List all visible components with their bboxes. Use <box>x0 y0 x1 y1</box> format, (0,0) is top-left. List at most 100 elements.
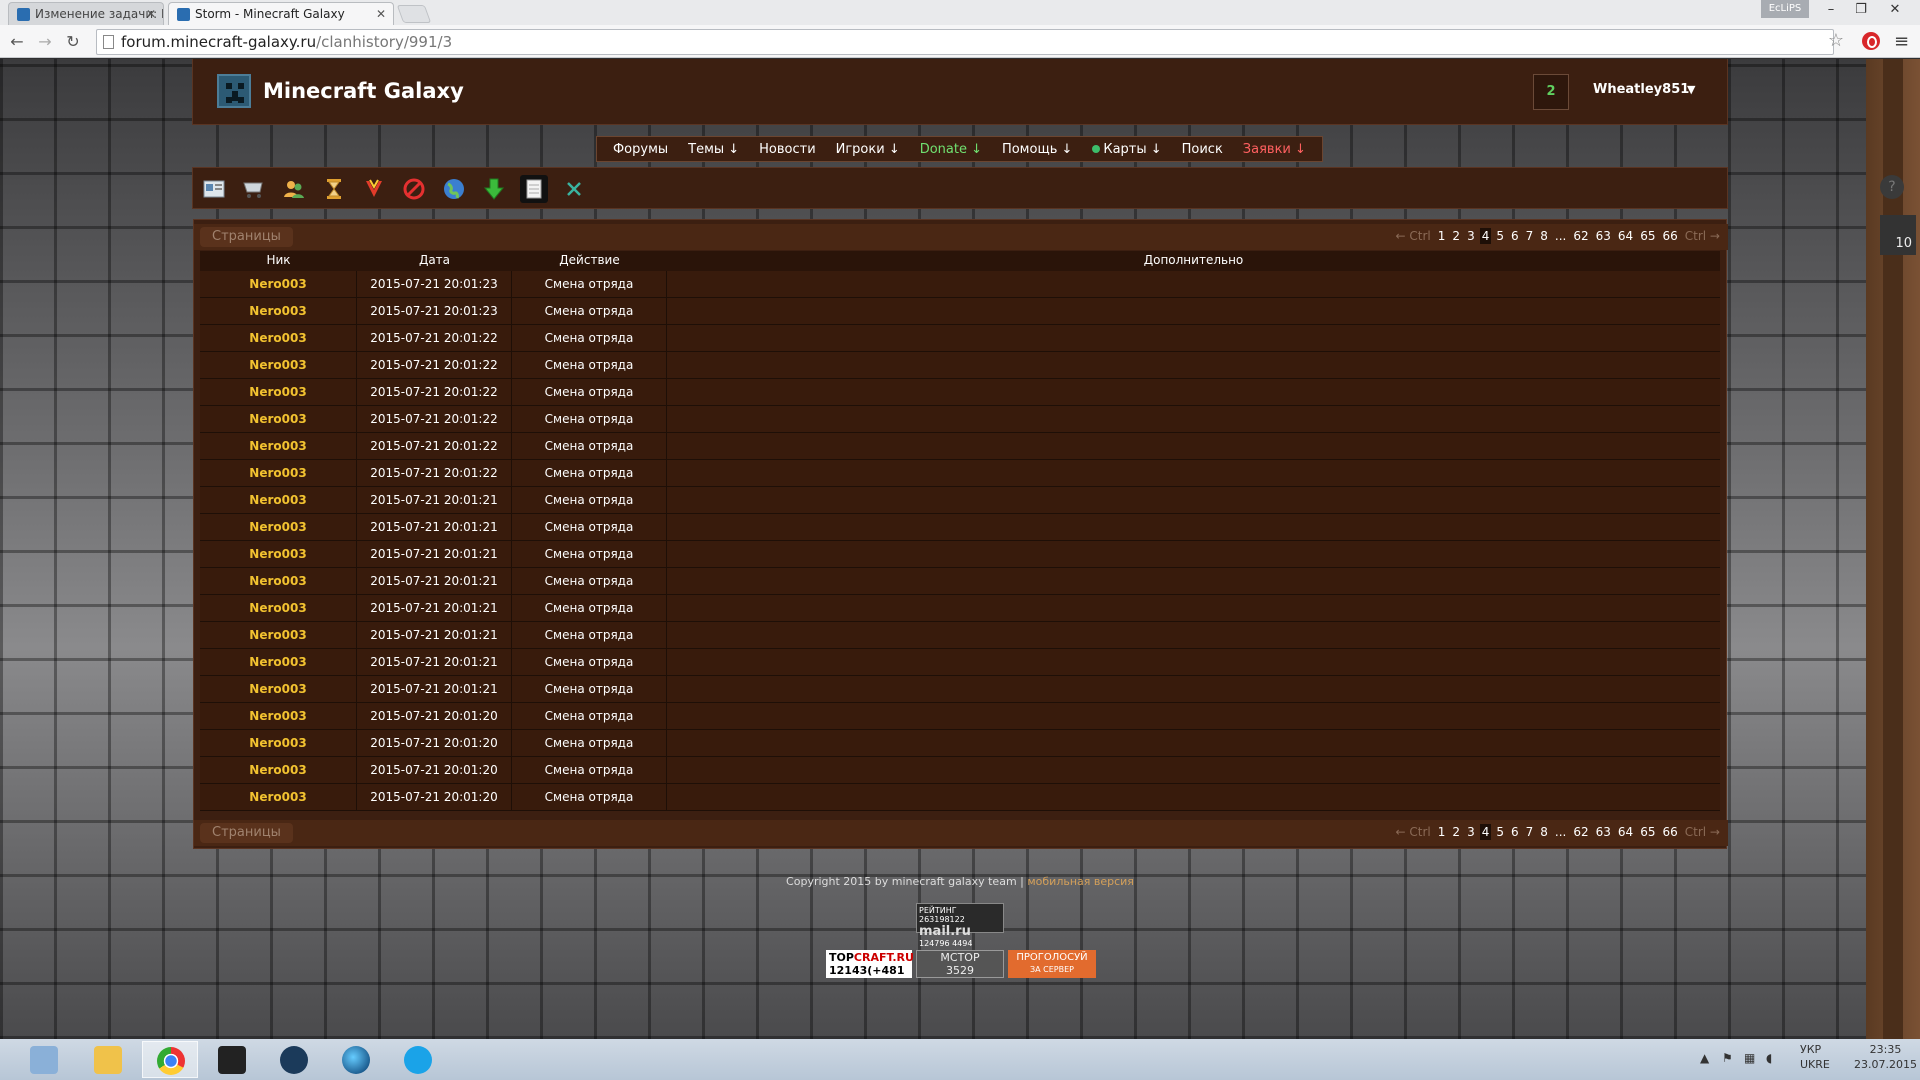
page-link[interactable]: 6 <box>1509 228 1521 244</box>
nick-link[interactable]: Nero003 <box>200 298 357 324</box>
nick-link[interactable]: Nero003 <box>200 487 357 513</box>
clan-info-icon[interactable] <box>200 175 228 203</box>
next-page-link[interactable]: Ctrl → <box>1683 824 1722 840</box>
nav-search[interactable]: Поиск <box>1182 142 1223 157</box>
nick-link[interactable]: Nero003 <box>200 757 357 783</box>
page-link[interactable]: 1 <box>1436 228 1448 244</box>
nav-maps[interactable]: Карты ↓ <box>1092 142 1162 157</box>
taskbar-skype[interactable] <box>390 1041 446 1078</box>
page-link[interactable]: 63 <box>1594 824 1613 840</box>
browser-tab-task-edit[interactable]: Изменение задачи: Баг с ✕ <box>8 2 164 25</box>
page-link[interactable]: 7 <box>1524 228 1536 244</box>
nick-link[interactable]: Nero003 <box>200 649 357 675</box>
page-link[interactable]: 2 <box>1450 824 1462 840</box>
taskbar-chrome[interactable] <box>142 1041 198 1078</box>
prev-page-link[interactable]: ← Ctrl <box>1394 228 1433 244</box>
nav-help[interactable]: Помощь ↓ <box>1002 142 1072 157</box>
user-dropdown-icon[interactable]: ▼ <box>1687 83 1695 96</box>
site-title[interactable]: Minecraft Galaxy <box>263 79 464 103</box>
page-link[interactable]: 64 <box>1616 228 1635 244</box>
taskbar-video[interactable] <box>204 1041 260 1078</box>
page-link[interactable]: 1 <box>1436 824 1448 840</box>
page-link[interactable]: 66 <box>1660 228 1679 244</box>
nick-link[interactable]: Nero003 <box>200 352 357 378</box>
members-icon[interactable] <box>280 175 308 203</box>
page-link-current[interactable]: 4 <box>1479 228 1492 244</box>
new-tab-button[interactable] <box>396 5 432 23</box>
page-link[interactable]: 66 <box>1660 824 1679 840</box>
system-clock[interactable]: 23:35 23.07.2015 <box>1854 1042 1917 1072</box>
creeper-logo-icon[interactable] <box>217 74 251 108</box>
mailru-rating-counter[interactable]: РЕЙТИНГ 263198122 mail.ru 124796 4494 <box>916 903 1004 948</box>
page-link[interactable]: 62 <box>1571 824 1590 840</box>
crossed-swords-icon[interactable] <box>560 175 588 203</box>
reload-icon[interactable]: ↻ <box>62 31 84 53</box>
page-link[interactable]: 5 <box>1494 824 1506 840</box>
prev-page-link[interactable]: ← Ctrl <box>1394 824 1433 840</box>
address-bar[interactable]: forum.minecraft-galaxy.ru/clanhistory/99… <box>96 29 1834 55</box>
nick-link[interactable]: Nero003 <box>200 271 357 297</box>
nav-players[interactable]: Игроки ↓ <box>836 142 900 157</box>
minimize-icon[interactable]: – <box>1816 0 1846 20</box>
page-link[interactable]: 3 <box>1465 228 1477 244</box>
side-counter[interactable]: 10 <box>1880 215 1916 255</box>
page-link[interactable]: 5 <box>1494 228 1506 244</box>
browser-tab-storm[interactable]: Storm - Minecraft Galaxy ✕ <box>168 2 394 25</box>
mobile-version-link[interactable]: мобильная версия <box>1027 875 1134 888</box>
nick-link[interactable]: Nero003 <box>200 460 357 486</box>
nick-link[interactable]: Nero003 <box>200 379 357 405</box>
close-tab-icon[interactable]: ✕ <box>376 3 386 25</box>
profile-badge[interactable]: EcLiPS <box>1761 0 1809 18</box>
page-link[interactable]: 3 <box>1465 824 1477 840</box>
history-hourglass-icon[interactable] <box>320 175 348 203</box>
tray-flag-icon[interactable]: ⚑ <box>1722 1051 1733 1065</box>
nick-link[interactable]: Nero003 <box>200 730 357 756</box>
page-link[interactable]: 6 <box>1509 824 1521 840</box>
menu-icon[interactable]: ≡ <box>1894 31 1909 52</box>
page-link[interactable]: 62 <box>1571 228 1590 244</box>
nav-topics[interactable]: Темы ↓ <box>688 142 739 157</box>
nick-link[interactable]: Nero003 <box>200 433 357 459</box>
username[interactable]: Wheatley851 <box>1593 82 1689 97</box>
nick-link[interactable]: Nero003 <box>200 676 357 702</box>
help-icon[interactable]: ? <box>1880 175 1904 199</box>
tray-network-icon[interactable]: ▦ <box>1744 1051 1755 1065</box>
page-link[interactable]: 65 <box>1638 228 1657 244</box>
page-link[interactable]: 8 <box>1538 228 1550 244</box>
nick-link[interactable]: Nero003 <box>200 703 357 729</box>
next-page-link[interactable]: Ctrl → <box>1683 228 1722 244</box>
nick-link[interactable]: Nero003 <box>200 541 357 567</box>
log-notepad-icon[interactable] <box>520 175 548 203</box>
taskbar-steam[interactable] <box>266 1041 322 1078</box>
mctop-badge[interactable]: MCTOP 3529 <box>916 950 1004 978</box>
nav-donate[interactable]: Donate ↓ <box>920 142 982 157</box>
vote-server-badge[interactable]: ПРОГОЛОСУЙ ЗА СЕРВЕР <box>1008 950 1096 978</box>
nav-forums[interactable]: Форумы <box>613 142 668 157</box>
restore-icon[interactable]: ❐ <box>1846 0 1876 20</box>
close-window-icon[interactable]: ✕ <box>1880 0 1910 20</box>
page-link-current[interactable]: 4 <box>1479 824 1492 840</box>
nick-link[interactable]: Nero003 <box>200 325 357 351</box>
tray-expand-icon[interactable]: ▲ <box>1700 1051 1709 1065</box>
page-link[interactable]: 63 <box>1594 228 1613 244</box>
shop-cart-icon[interactable] <box>240 175 268 203</box>
nick-link[interactable]: Nero003 <box>200 514 357 540</box>
taskbar-calculator[interactable] <box>16 1041 72 1078</box>
page-link[interactable]: 7 <box>1524 824 1536 840</box>
back-icon[interactable]: ← <box>6 31 28 53</box>
taskbar-app[interactable] <box>328 1041 384 1078</box>
nick-link[interactable]: Nero003 <box>200 595 357 621</box>
nick-link[interactable]: Nero003 <box>200 568 357 594</box>
close-tab-icon[interactable]: ✕ <box>146 3 156 25</box>
nick-link[interactable]: Nero003 <box>200 406 357 432</box>
nav-news[interactable]: Новости <box>759 142 816 157</box>
page-link[interactable]: 8 <box>1538 824 1550 840</box>
page-link[interactable]: 2 <box>1450 228 1462 244</box>
topcraft-badge[interactable]: TOPCRAFT.RU 12143(+481 <box>826 950 914 978</box>
download-arrow-icon[interactable] <box>480 175 508 203</box>
globe-icon[interactable] <box>440 175 468 203</box>
nick-link[interactable]: Nero003 <box>200 784 357 810</box>
language-indicator[interactable]: УКР UKRE <box>1800 1042 1830 1072</box>
page-link[interactable]: 65 <box>1638 824 1657 840</box>
taskbar-explorer[interactable] <box>80 1041 136 1078</box>
